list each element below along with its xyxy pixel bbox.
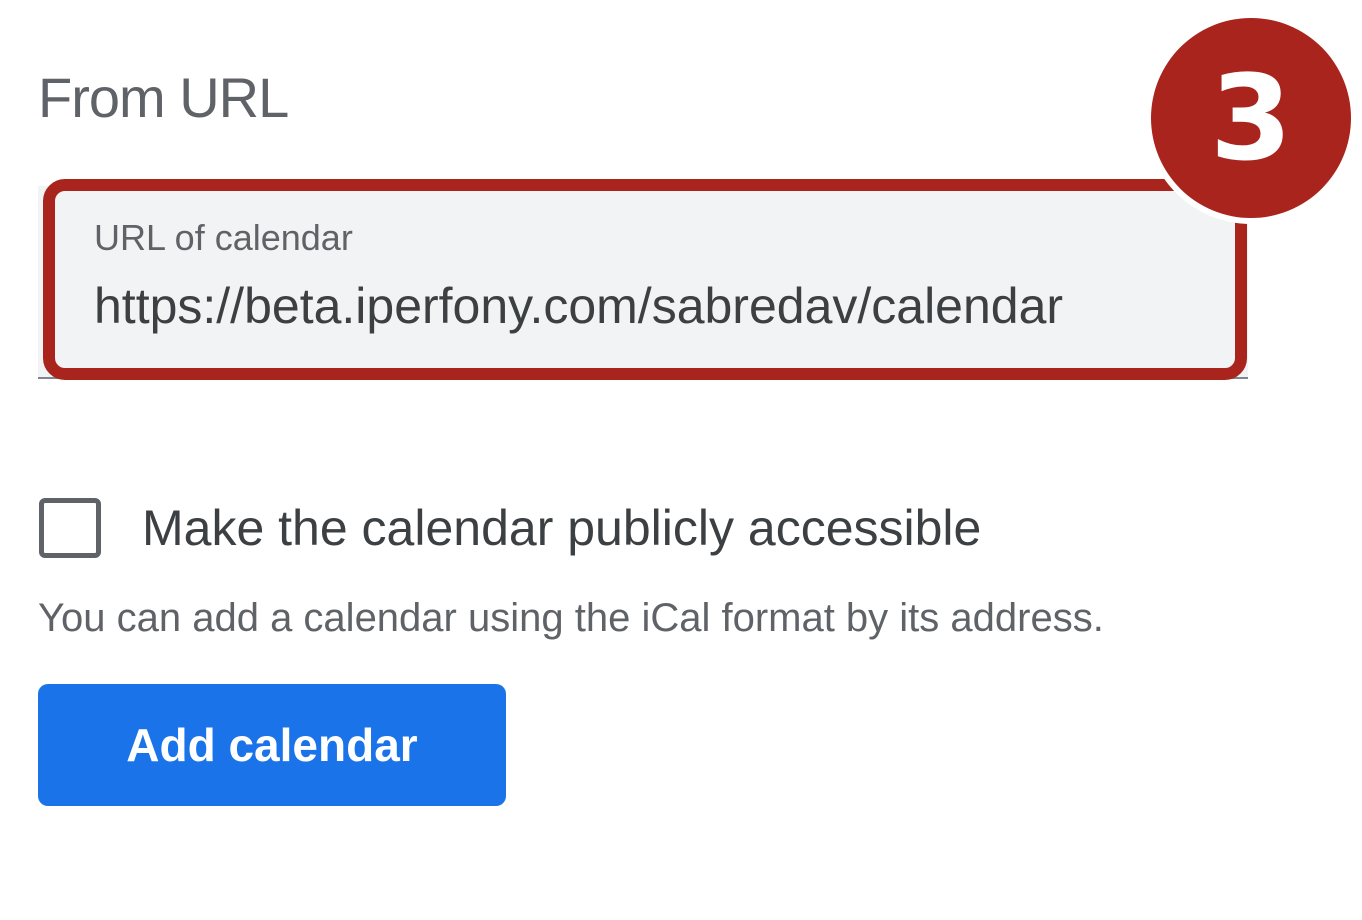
add-calendar-from-url-page: From URL URL of calendar 3 Make the cale… [0,0,1362,920]
url-field[interactable]: URL of calendar [38,186,1248,379]
url-input[interactable] [94,274,1188,338]
section-title: From URL [38,66,289,129]
public-calendar-checkbox[interactable] [39,498,101,558]
step-number: 3 [1151,18,1351,218]
url-field-label: URL of calendar [94,217,353,258]
helper-text: You can add a calendar using the iCal fo… [38,596,1104,640]
step-number-badge: 3 [1145,12,1357,224]
public-calendar-label[interactable]: Make the calendar publicly accessible [142,496,981,560]
add-calendar-button[interactable]: Add calendar [38,684,506,806]
